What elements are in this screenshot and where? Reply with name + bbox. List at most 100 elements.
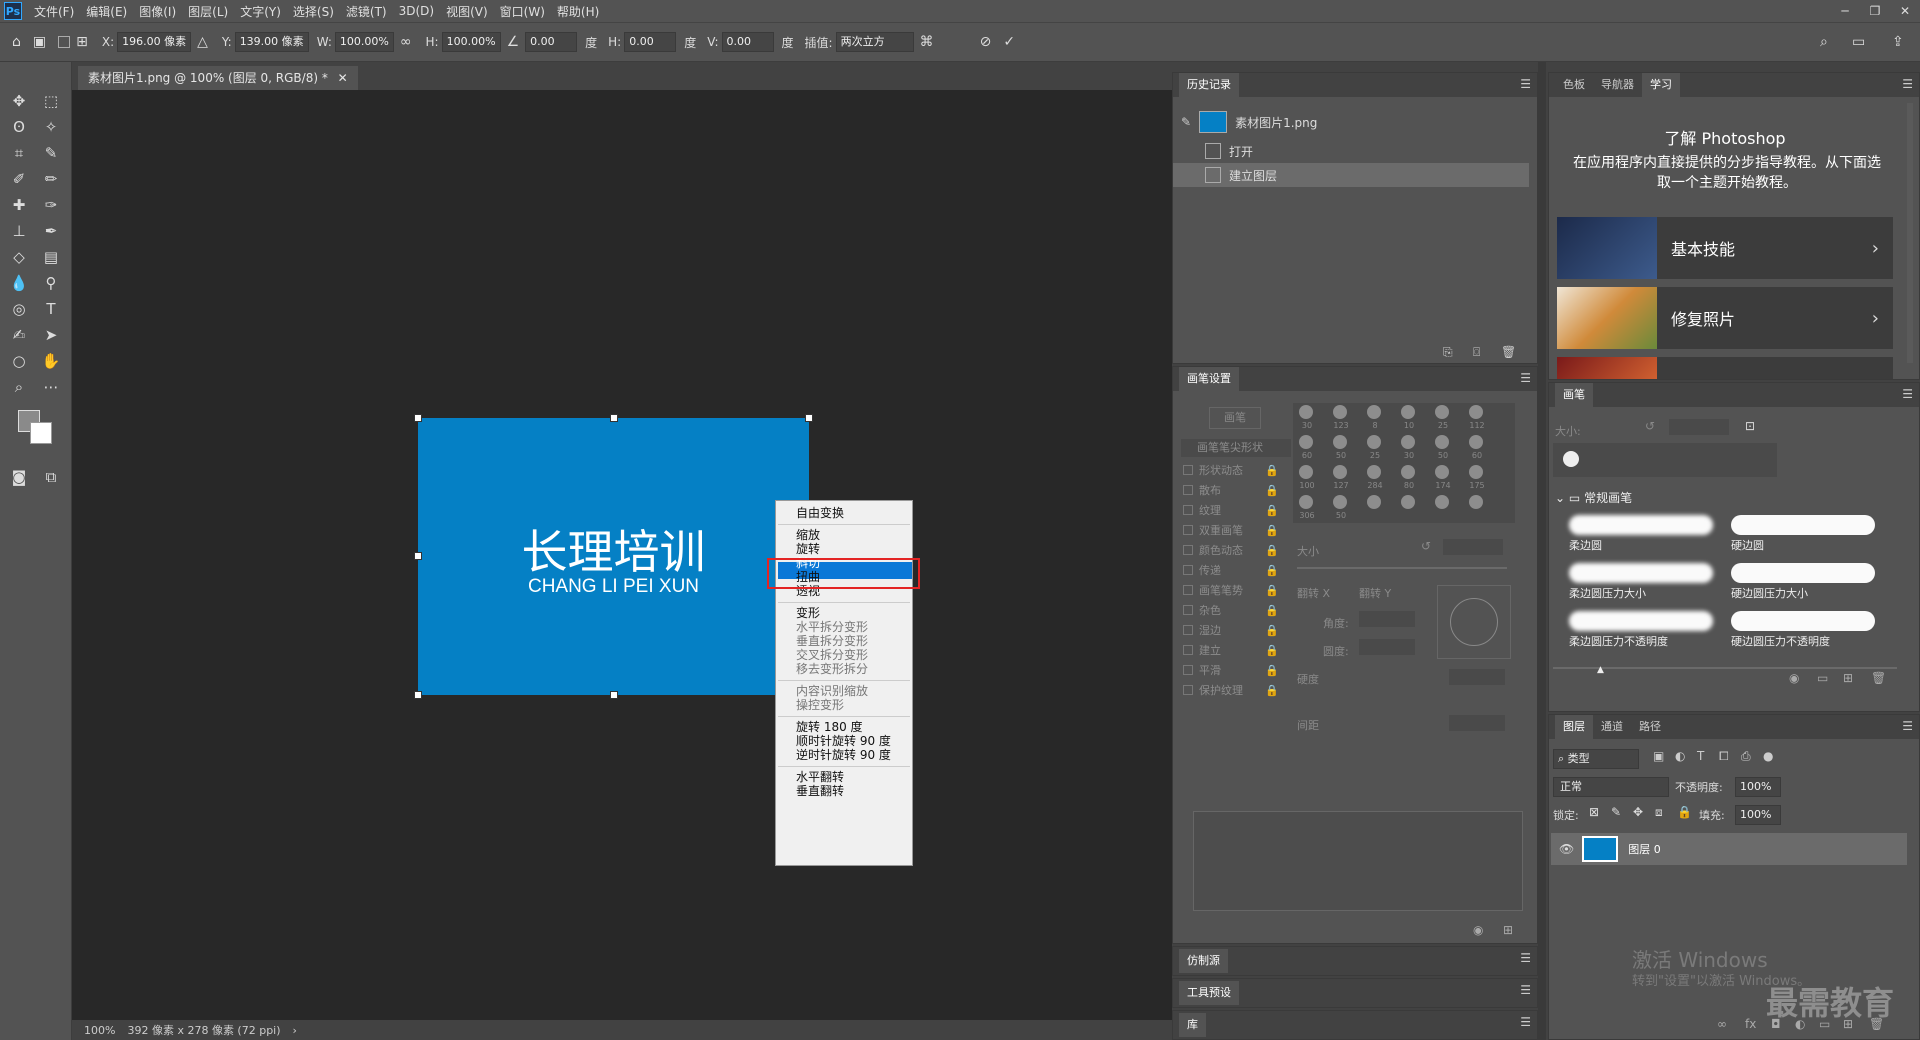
crop-tool-icon[interactable]: ⌗ (6, 142, 32, 164)
reset-icon[interactable]: ↺ (1645, 419, 1655, 433)
dodge-tool-icon[interactable]: ⚲ (38, 272, 64, 294)
brush-option-row[interactable]: 建立 🔒 (1183, 641, 1281, 659)
panel-menu-icon[interactable]: ☰ (1902, 387, 1913, 401)
option-checkbox[interactable] (1183, 645, 1193, 655)
ellipse-tool-icon[interactable]: ○ (6, 350, 32, 372)
quick-mask-icon[interactable]: ◙ (6, 466, 32, 488)
history-snapshot[interactable]: ✎ 素材图片1.png (1173, 107, 1529, 137)
brush-preset[interactable]: 硬边圆压力不透明度 (1725, 609, 1885, 653)
lock-icon[interactable]: 🔒 (1265, 684, 1279, 697)
stamp-tool-icon[interactable]: ⊥ (6, 220, 32, 242)
learn-card-basic-skills[interactable]: 基本技能 › (1557, 217, 1893, 279)
brush-tip[interactable] (1435, 405, 1449, 419)
flip-y-checkbox[interactable]: 翻转 Y (1359, 585, 1391, 601)
screen-mode-icon[interactable]: ⧉ (38, 466, 64, 488)
brush-tip[interactable] (1367, 465, 1381, 479)
lock-position-icon[interactable]: ✥ (1633, 805, 1643, 819)
fill-field[interactable]: 100% (1735, 805, 1781, 825)
brush-tip[interactable] (1333, 465, 1347, 479)
background-color-swatch[interactable] (30, 422, 52, 444)
brush-tip-grid[interactable]: 30 123 8 10 25 112 60 50 25 30 50 60 100 127 284 80 174 1… (1293, 403, 1515, 523)
brush-tip[interactable] (1469, 405, 1483, 419)
panel-menu-icon[interactable]: ☰ (1520, 77, 1531, 91)
learn-card-fix-photo[interactable]: 修复照片 › (1557, 287, 1893, 349)
type-filter-icon[interactable]: T (1697, 749, 1704, 763)
eraser-tool-icon[interactable]: ◇ (6, 246, 32, 268)
tab-channels[interactable]: 通道 (1593, 715, 1631, 739)
eye-icon[interactable]: 👁 (1559, 842, 1574, 856)
brush-option-row[interactable]: 形状动态 🔒 (1183, 461, 1281, 479)
option-checkbox[interactable] (1183, 565, 1193, 575)
workspace-icon[interactable]: ▭ (1852, 34, 1865, 50)
brush-preset[interactable]: 柔边圆 (1563, 513, 1723, 557)
menu-help[interactable]: 帮助(H) (551, 3, 605, 20)
tab-clone-source[interactable]: 仿制源 (1179, 949, 1228, 973)
panel-menu-icon[interactable]: ☰ (1520, 983, 1531, 997)
brush-tip[interactable] (1367, 405, 1381, 419)
history-row[interactable]: 建立图层 (1173, 163, 1529, 187)
lock-brush-icon[interactable]: ✎ (1611, 805, 1621, 819)
lock-artboard-icon[interactable]: ⧈ (1655, 805, 1663, 820)
tab-learn[interactable]: 学习 (1642, 73, 1680, 97)
option-checkbox[interactable] (1183, 625, 1193, 635)
tool-presets-panel[interactable]: 工具预设 ☰ (1172, 978, 1538, 1008)
brush-tip[interactable] (1333, 405, 1347, 419)
option-checkbox[interactable] (1183, 465, 1193, 475)
brush-tip[interactable] (1299, 405, 1313, 419)
brush-option-row[interactable]: 颜色动态 🔒 (1183, 541, 1281, 559)
layer-filter-select[interactable]: ⌕ 类型 (1553, 749, 1639, 769)
blur-tool-icon[interactable]: 💧 (6, 272, 32, 294)
share-icon[interactable]: ⇪ (1892, 34, 1904, 50)
warp-icon[interactable]: ⌘ (920, 34, 934, 50)
brush-tip[interactable] (1367, 435, 1381, 449)
option-checkbox[interactable] (1183, 505, 1193, 515)
brush-option-row[interactable]: 湿边 🔒 (1183, 621, 1281, 639)
lock-icon[interactable]: 🔒 (1265, 524, 1279, 537)
brush-tip[interactable] (1299, 495, 1313, 509)
option-checkbox[interactable] (1183, 665, 1193, 675)
brush-preset[interactable]: 柔边圆压力大小 (1563, 561, 1723, 605)
brush-tip[interactable] (1401, 465, 1415, 479)
menu-file[interactable]: 文件(F) (28, 3, 80, 20)
lock-icon[interactable]: 🔒 (1265, 464, 1279, 477)
option-checkbox[interactable] (1183, 485, 1193, 495)
brush-tip[interactable] (1333, 495, 1347, 509)
menu-window[interactable]: 窗口(W) (494, 3, 551, 20)
folder-icon[interactable]: ▭ (1817, 671, 1828, 685)
lock-icon[interactable]: 🔒 (1265, 624, 1279, 637)
tip-shape-item[interactable]: 画笔笔尖形状 (1181, 439, 1291, 457)
brush-option-row[interactable]: 双重画笔 🔒 (1183, 521, 1281, 539)
smart-filter-icon[interactable]: ⎙ (1741, 749, 1751, 764)
healing-brush-icon[interactable]: ✚ (6, 194, 32, 216)
tab-layers[interactable]: 图层 (1555, 715, 1593, 739)
tab-paths[interactable]: 路径 (1631, 715, 1669, 739)
brush-preset[interactable]: 硬边圆压力大小 (1725, 561, 1885, 605)
brush-option-row[interactable]: 传递 🔒 (1183, 561, 1281, 579)
option-checkbox[interactable] (1183, 605, 1193, 615)
tab-swatches[interactable]: 色板 (1555, 73, 1593, 97)
option-checkbox[interactable] (1183, 525, 1193, 535)
link-layers-icon[interactable]: ∞ (1717, 1017, 1727, 1031)
transform-handle-tl[interactable] (414, 414, 422, 422)
art-brush-icon[interactable]: ✒ (38, 220, 64, 242)
lock-icon[interactable]: 🔒 (1265, 604, 1279, 617)
tab-brushes[interactable]: 画笔 (1555, 383, 1593, 407)
menu-layer[interactable]: 图层(L) (182, 3, 234, 20)
visibility-icon[interactable]: ◉ (1789, 671, 1799, 685)
interpolation-select[interactable]: 两次立方 (835, 32, 914, 52)
brush-tip[interactable] (1401, 405, 1415, 419)
tab-library[interactable]: 库 (1179, 1013, 1206, 1037)
close-tab-icon[interactable]: ✕ (338, 71, 348, 85)
lock-icon[interactable]: 🔒 (1265, 644, 1279, 657)
eyedropper-icon[interactable]: ✎ (38, 142, 64, 164)
path-select-icon[interactable]: ➤ (38, 324, 64, 346)
reference-point-icon[interactable]: ▣ (33, 34, 46, 50)
gradient-tool-icon[interactable]: ▤ (38, 246, 64, 268)
lock-icon[interactable]: 🔒 (1265, 564, 1279, 577)
history-row[interactable]: 打开 (1173, 139, 1529, 163)
type-tool-icon[interactable]: T (38, 298, 64, 320)
option-checkbox[interactable] (1183, 585, 1193, 595)
commit-icon[interactable]: ✓ (1003, 34, 1015, 50)
size-field[interactable] (1443, 539, 1503, 555)
transform-handle-t[interactable] (610, 414, 618, 422)
